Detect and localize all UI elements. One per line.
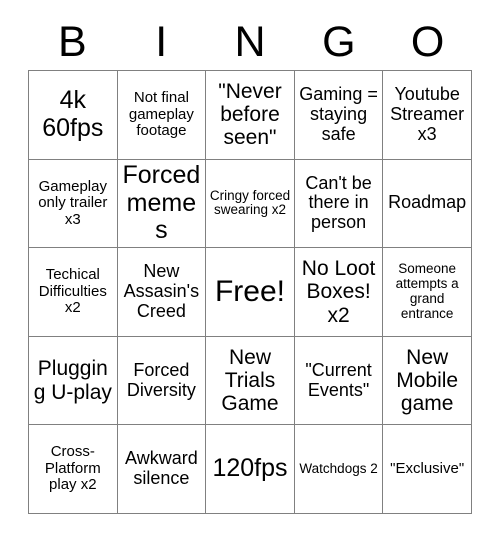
bingo-row: 4k 60fps Not final gameplay footage "Nev… <box>29 71 472 160</box>
bingo-cell-label: New Assasin's Creed <box>123 261 200 321</box>
header-letter-g: G <box>322 17 356 66</box>
bingo-cell-label: New Mobile game <box>396 345 459 416</box>
bingo-cell[interactable]: Awkward silence <box>117 425 207 514</box>
bingo-cell-label: No Loot Boxes! x2 <box>301 257 376 327</box>
bingo-cell[interactable]: New Mobile game <box>383 336 472 426</box>
bingo-cell[interactable]: 4k 60fps <box>29 71 118 160</box>
bingo-cell[interactable]: New Assasin's Creed <box>117 248 207 337</box>
bingo-cell[interactable]: "Exclusive" <box>383 425 472 514</box>
bingo-cell-label: Forced Diversity <box>126 359 196 400</box>
bingo-cell[interactable]: Forced Diversity <box>117 336 207 426</box>
bingo-cell-label: Can't be there in person <box>305 172 372 233</box>
header-letter-n: N <box>234 17 266 66</box>
bingo-cell-label: "Exclusive" <box>390 459 465 477</box>
bingo-cell-label: "Never before seen" <box>218 80 282 150</box>
bingo-cell[interactable]: 120fps <box>206 425 295 514</box>
bingo-cell[interactable]: Techical Difficulties x2 <box>29 248 118 337</box>
bingo-cell-label: Plugging U-play <box>33 357 112 404</box>
header-letter-b: B <box>58 17 87 66</box>
bingo-cell[interactable]: No Loot Boxes! x2 <box>294 248 384 337</box>
bingo-card: B I N G O 4k 60fps Not final gameplay fo… <box>0 0 500 544</box>
bingo-cell-free[interactable]: Free! <box>206 248 295 337</box>
bingo-cell[interactable]: New Trials Game <box>206 336 295 426</box>
bingo-cell-label: 120fps <box>212 454 288 483</box>
bingo-cell-label: New Trials Game <box>221 345 279 416</box>
bingo-cell[interactable]: "Current Events" <box>294 336 384 426</box>
bingo-cell-label: Roadmap <box>388 192 467 213</box>
bingo-cell[interactable]: Forced memes <box>117 159 207 249</box>
bingo-grid: 4k 60fps Not final gameplay footage "Nev… <box>28 70 472 514</box>
bingo-cell-label: Someone attempts a grand entrance <box>395 261 459 321</box>
bingo-cell[interactable]: Not final gameplay footage <box>117 71 207 160</box>
bingo-cell[interactable]: "Never before seen" <box>206 71 295 160</box>
bingo-cell-label: "Current Events" <box>305 359 372 400</box>
header-letter-i: I <box>155 17 168 66</box>
bingo-cell-label: Cringy forced swearing x2 <box>209 187 291 218</box>
bingo-header-row: B I N G O <box>28 14 472 70</box>
bingo-cell-label: Techical Difficulties x2 <box>38 266 107 317</box>
bingo-cell[interactable]: Watchdogs 2 <box>294 425 384 514</box>
bingo-free-space-label: Free! <box>214 275 285 309</box>
bingo-cell-label: Not final gameplay footage <box>128 89 194 140</box>
bingo-cell[interactable]: Someone attempts a grand entrance <box>383 248 472 337</box>
bingo-row: Techical Difficulties x2 New Assasin's C… <box>29 248 472 337</box>
bingo-cell[interactable]: Can't be there in person <box>294 159 384 249</box>
header-letter-o: O <box>410 17 445 66</box>
bingo-row: Plugging U-play Forced Diversity New Tri… <box>29 336 472 426</box>
bingo-cell[interactable]: Youtube Streamer x3 <box>383 71 472 160</box>
bingo-row: Cross-Platform play x2 Awkward silence 1… <box>29 425 472 514</box>
bingo-cell[interactable]: Gameplay only trailer x3 <box>29 159 118 249</box>
bingo-cell[interactable]: Roadmap <box>383 159 472 249</box>
bingo-cell-label: 4k 60fps <box>42 86 104 142</box>
bingo-cell-label: Awkward silence <box>125 448 198 489</box>
bingo-cell[interactable]: Gaming = staying safe <box>294 71 384 160</box>
bingo-cell-label: Gameplay only trailer x3 <box>38 177 108 228</box>
bingo-cell[interactable]: Cross-Platform play x2 <box>29 425 118 514</box>
bingo-cell-label: Youtube Streamer x3 <box>390 84 465 144</box>
bingo-cell-label: Forced memes <box>122 161 201 245</box>
bingo-cell[interactable]: Cringy forced swearing x2 <box>206 159 295 249</box>
bingo-cell[interactable]: Plugging U-play <box>29 336 118 426</box>
bingo-cell-label: Cross-Platform play x2 <box>44 443 101 494</box>
bingo-row: Gameplay only trailer x3 Forced memes Cr… <box>29 159 472 249</box>
bingo-cell-label: Gaming = staying safe <box>299 84 378 144</box>
bingo-cell-label: Watchdogs 2 <box>299 460 378 476</box>
